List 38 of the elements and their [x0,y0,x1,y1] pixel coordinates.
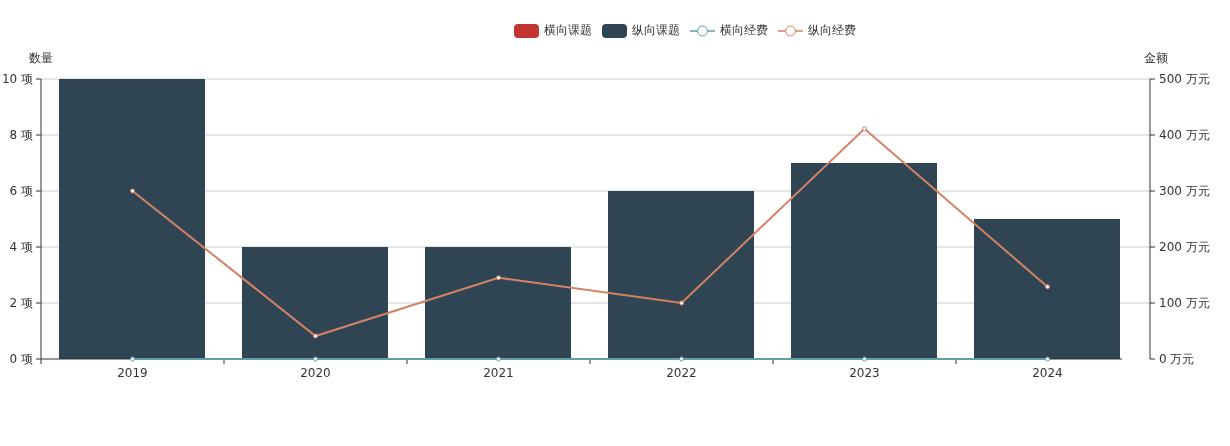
axis-title: 金额 [1144,51,1168,65]
legend-label[interactable]: 横向经费 [720,22,768,39]
data-point [496,356,501,362]
axis-tick-label: 2020 [300,366,331,380]
data-point [1045,356,1050,362]
data-point [862,356,867,362]
axis-tick-label: 2019 [117,366,148,380]
data-point [862,126,867,132]
axis-tick-label: 300 万元 [1159,184,1210,198]
axis-tick-label: 0 万元 [1159,352,1195,366]
axis-tick-label: 6 项 [9,184,33,198]
data-point [496,275,501,281]
legend-swatch-icon[interactable] [602,23,627,38]
axis-tick-label: 8 项 [9,128,33,142]
data-point [679,356,684,362]
axis-tick-label: 0 项 [9,352,33,366]
data-point [130,188,135,194]
data-point [130,356,135,362]
data-point [679,300,684,306]
legend-label[interactable]: 横向课题 [544,22,592,39]
axis-tick-label: 200 万元 [1159,240,1210,254]
axis-tick-label: 100 万元 [1159,296,1210,310]
axis-title: 数量 [29,51,53,65]
data-point [313,356,318,362]
legend-label[interactable]: 纵向经费 [808,22,856,39]
data-point [1045,284,1050,290]
axis-tick-label: 4 项 [9,240,33,254]
axis-tick-label: 2021 [483,366,514,380]
legend-swatch-icon[interactable] [514,23,539,38]
axis-tick-label: 400 万元 [1159,128,1210,142]
axis-tick-label: 500 万元 [1159,72,1210,86]
data-point [313,333,318,339]
axis-tick-label: 2023 [849,366,880,380]
axis-tick-label: 10 项 [1,72,33,86]
axis-tick-label: 2024 [1032,366,1063,380]
axis-tick-label: 2022 [666,366,697,380]
axis-tick-label: 2 项 [9,296,33,310]
legend-label[interactable]: 纵向课题 [632,22,680,39]
